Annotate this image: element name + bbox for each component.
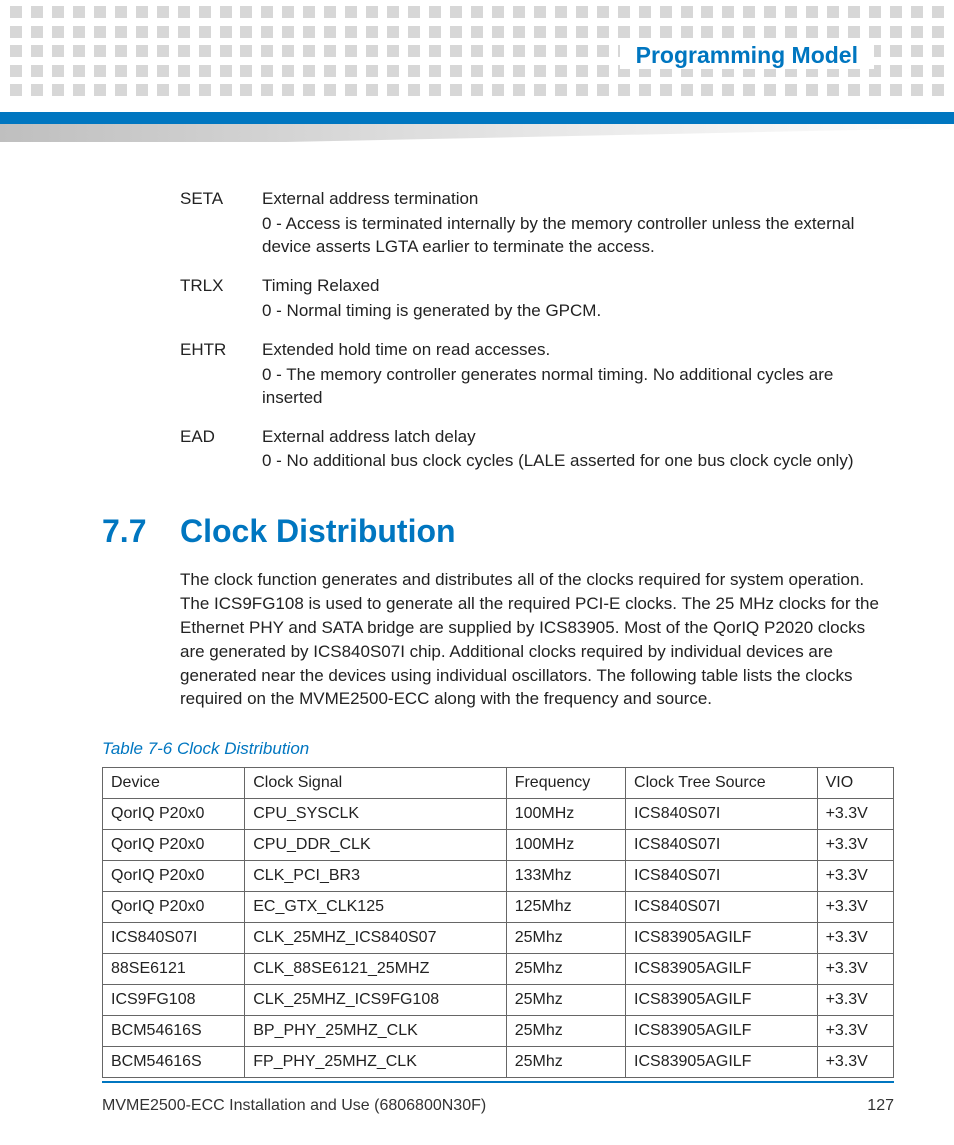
- chapter-title: Programming Model: [620, 42, 874, 69]
- table-cell: ICS9FG108: [103, 985, 245, 1016]
- table-cell: ICS83905AGILF: [626, 1016, 818, 1047]
- footer-rule: [102, 1081, 894, 1083]
- parameter-name: EHTR: [102, 339, 262, 412]
- table-cell: +3.3V: [817, 1047, 893, 1078]
- table-cell: BCM54616S: [103, 1047, 245, 1078]
- table-caption: Table 7-6 Clock Distribution: [102, 739, 894, 759]
- table-row: QorIQ P20x0EC_GTX_CLK125125MhzICS840S07I…: [103, 892, 894, 923]
- parameter-description: External address termination0 - Access i…: [262, 188, 894, 261]
- table-cell: QorIQ P20x0: [103, 799, 245, 830]
- table-header-cell: Frequency: [506, 768, 625, 799]
- parameter-description-line: External address latch delay: [262, 426, 894, 449]
- table-cell: 88SE6121: [103, 954, 245, 985]
- table-row: QorIQ P20x0CLK_PCI_BR3133MhzICS840S07I+3…: [103, 861, 894, 892]
- table-cell: ICS83905AGILF: [626, 954, 818, 985]
- section-title: Clock Distribution: [180, 513, 456, 550]
- table-cell: FP_PHY_25MHZ_CLK: [245, 1047, 506, 1078]
- table-cell: +3.3V: [817, 1016, 893, 1047]
- table-cell: QorIQ P20x0: [103, 892, 245, 923]
- parameter-name: EAD: [102, 426, 262, 476]
- clock-distribution-table: DeviceClock SignalFrequencyClock Tree So…: [102, 767, 894, 1078]
- table-cell: CLK_PCI_BR3: [245, 861, 506, 892]
- section-number: 7.7: [102, 513, 180, 550]
- table-cell: ICS840S07I: [626, 830, 818, 861]
- table-cell: CPU_DDR_CLK: [245, 830, 506, 861]
- parameter-description-line: External address termination: [262, 188, 894, 211]
- table-cell: ICS83905AGILF: [626, 1047, 818, 1078]
- table-cell: ICS83905AGILF: [626, 923, 818, 954]
- table-cell: CLK_88SE6121_25MHZ: [245, 954, 506, 985]
- parameter-description: External address latch delay0 - No addit…: [262, 426, 894, 476]
- page-content: SETAExternal address termination0 - Acce…: [102, 188, 894, 1078]
- table-cell: BCM54616S: [103, 1016, 245, 1047]
- parameter-row: TRLXTiming Relaxed0 - Normal timing is g…: [102, 275, 894, 325]
- table-cell: QorIQ P20x0: [103, 830, 245, 861]
- page-footer: MVME2500-ECC Installation and Use (68068…: [102, 1097, 894, 1115]
- table-row: QorIQ P20x0CPU_DDR_CLK100MHzICS840S07I+3…: [103, 830, 894, 861]
- table-cell: ICS840S07I: [626, 892, 818, 923]
- footer-page-number: 127: [867, 1097, 894, 1115]
- table-cell: 100MHz: [506, 830, 625, 861]
- table-cell: +3.3V: [817, 861, 893, 892]
- table-header-cell: VIO: [817, 768, 893, 799]
- parameter-name: TRLX: [102, 275, 262, 325]
- parameter-row: EHTRExtended hold time on read accesses.…: [102, 339, 894, 412]
- table-cell: CLK_25MHZ_ICS9FG108: [245, 985, 506, 1016]
- table-cell: ICS840S07I: [626, 799, 818, 830]
- parameter-list: SETAExternal address termination0 - Acce…: [102, 188, 894, 475]
- table-cell: 25Mhz: [506, 1047, 625, 1078]
- parameter-description-line: 0 - No additional bus clock cycles (LALE…: [262, 450, 894, 473]
- table-cell: BP_PHY_25MHZ_CLK: [245, 1016, 506, 1047]
- table-cell: ICS840S07I: [626, 861, 818, 892]
- table-cell: 25Mhz: [506, 954, 625, 985]
- footer-doc-title: MVME2500-ECC Installation and Use (68068…: [102, 1097, 486, 1115]
- table-cell: +3.3V: [817, 830, 893, 861]
- table-row: ICS840S07ICLK_25MHZ_ICS840S0725MhzICS839…: [103, 923, 894, 954]
- table-cell: +3.3V: [817, 923, 893, 954]
- table-row: BCM54616SFP_PHY_25MHZ_CLK25MhzICS83905AG…: [103, 1047, 894, 1078]
- table-cell: 133Mhz: [506, 861, 625, 892]
- table-row: BCM54616SBP_PHY_25MHZ_CLK25MhzICS83905AG…: [103, 1016, 894, 1047]
- table-header-cell: Device: [103, 768, 245, 799]
- table-cell: 25Mhz: [506, 985, 625, 1016]
- parameter-description: Timing Relaxed0 - Normal timing is gener…: [262, 275, 894, 325]
- table-cell: +3.3V: [817, 799, 893, 830]
- table-cell: +3.3V: [817, 892, 893, 923]
- parameter-description-line: 0 - The memory controller generates norm…: [262, 364, 894, 410]
- table-header-cell: Clock Signal: [245, 768, 506, 799]
- parameter-description-line: Timing Relaxed: [262, 275, 894, 298]
- parameter-row: SETAExternal address termination0 - Acce…: [102, 188, 894, 261]
- section-heading: 7.7 Clock Distribution: [102, 513, 894, 550]
- table-cell: CPU_SYSCLK: [245, 799, 506, 830]
- table-cell: 100MHz: [506, 799, 625, 830]
- table-row: QorIQ P20x0CPU_SYSCLK100MHzICS840S07I+3.…: [103, 799, 894, 830]
- table-row: 88SE6121CLK_88SE6121_25MHZ25MhzICS83905A…: [103, 954, 894, 985]
- section-body: The clock function generates and distrib…: [102, 568, 894, 711]
- header-grey-wedge: [0, 124, 954, 142]
- table-cell: 25Mhz: [506, 923, 625, 954]
- table-cell: +3.3V: [817, 954, 893, 985]
- table-cell: 25Mhz: [506, 1016, 625, 1047]
- parameter-description-line: 0 - Access is terminated internally by t…: [262, 213, 894, 259]
- parameter-description-line: Extended hold time on read accesses.: [262, 339, 894, 362]
- header-blue-rule: [0, 112, 954, 124]
- parameter-description-line: 0 - Normal timing is generated by the GP…: [262, 300, 894, 323]
- table-cell: QorIQ P20x0: [103, 861, 245, 892]
- table-header-cell: Clock Tree Source: [626, 768, 818, 799]
- table-cell: 125Mhz: [506, 892, 625, 923]
- table-cell: ICS83905AGILF: [626, 985, 818, 1016]
- table-cell: +3.3V: [817, 985, 893, 1016]
- table-row: ICS9FG108CLK_25MHZ_ICS9FG10825MhzICS8390…: [103, 985, 894, 1016]
- parameter-row: EADExternal address latch delay0 - No ad…: [102, 426, 894, 476]
- table-cell: CLK_25MHZ_ICS840S07: [245, 923, 506, 954]
- table-cell: ICS840S07I: [103, 923, 245, 954]
- parameter-name: SETA: [102, 188, 262, 261]
- parameter-description: Extended hold time on read accesses.0 - …: [262, 339, 894, 412]
- table-cell: EC_GTX_CLK125: [245, 892, 506, 923]
